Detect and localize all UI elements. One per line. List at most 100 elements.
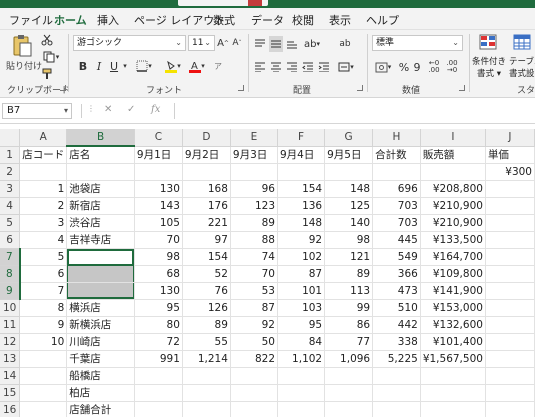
cell-A12[interactable]: 10	[19, 333, 68, 351]
paste-label[interactable]: 貼り付け	[6, 59, 42, 72]
tab-formulas[interactable]: 数式	[213, 12, 235, 28]
row-header[interactable]: 6	[0, 231, 21, 249]
cell-B11[interactable]: 新横浜店	[66, 316, 135, 334]
phonetic-icon[interactable]: ア	[211, 58, 225, 74]
cell-G15[interactable]	[324, 384, 374, 402]
row-header[interactable]: 5	[0, 214, 21, 232]
cell-J1[interactable]: 単価	[485, 146, 535, 164]
cell-F7[interactable]: 102	[277, 248, 326, 266]
cell-J11[interactable]	[485, 316, 535, 334]
cell-C16[interactable]	[134, 401, 183, 417]
cell-B2[interactable]	[66, 163, 135, 181]
cell-F14[interactable]	[277, 367, 326, 385]
cell-H1[interactable]: 合計数	[372, 146, 421, 164]
cell-I2[interactable]	[420, 163, 486, 181]
cell-I5[interactable]: ¥210,900	[420, 214, 486, 232]
cell-F2[interactable]	[277, 163, 326, 181]
cell-B10[interactable]: 横浜店	[66, 299, 135, 317]
cut-icon[interactable]	[40, 32, 54, 48]
cell-A10[interactable]: 8	[19, 299, 68, 317]
cell-J3[interactable]	[485, 180, 535, 198]
cell-J8[interactable]	[485, 265, 535, 283]
font-size-dropdown[interactable]: 11 ⌄	[188, 35, 215, 51]
cell-A14[interactable]	[19, 367, 68, 385]
cell-I9[interactable]: ¥141,900	[420, 282, 486, 300]
cell-D14[interactable]	[182, 367, 231, 385]
format-painter-icon[interactable]	[40, 66, 54, 82]
cell-J6[interactable]	[485, 231, 535, 249]
cell-B9[interactable]	[66, 282, 135, 300]
cell-D9[interactable]: 76	[182, 282, 231, 300]
decrease-decimal-icon[interactable]: .00 →0	[444, 59, 460, 75]
column-header[interactable]: F	[277, 129, 326, 147]
name-box[interactable]: B7 ▾	[2, 103, 72, 119]
cell-E15[interactable]	[230, 384, 279, 402]
cell-G2[interactable]	[324, 163, 374, 181]
cell-G10[interactable]: 99	[324, 299, 374, 317]
cell-H12[interactable]: 338	[372, 333, 421, 351]
cell-C2[interactable]	[134, 163, 183, 181]
cell-B1[interactable]: 店名	[66, 146, 135, 164]
cell-B12[interactable]: 川崎店	[66, 333, 135, 351]
cell-H6[interactable]: 445	[372, 231, 421, 249]
cell-G7[interactable]: 121	[324, 248, 374, 266]
cell-F1[interactable]: 9月4日	[277, 146, 326, 164]
row-header[interactable]: 7	[0, 248, 21, 266]
cell-C8[interactable]: 68	[134, 265, 183, 283]
cell-E14[interactable]	[230, 367, 279, 385]
cell-F15[interactable]	[277, 384, 326, 402]
cell-I7[interactable]: ¥164,700	[420, 248, 486, 266]
cell-B7[interactable]	[66, 248, 135, 266]
cell-C9[interactable]: 130	[134, 282, 183, 300]
cell-I10[interactable]: ¥153,000	[420, 299, 486, 317]
orientation-icon[interactable]: ab ▾	[302, 36, 322, 52]
cell-J12[interactable]	[485, 333, 535, 351]
cell-G8[interactable]: 89	[324, 265, 374, 283]
cell-E9[interactable]: 53	[230, 282, 279, 300]
cell-B15[interactable]: 柏店	[66, 384, 135, 402]
cell-E6[interactable]: 88	[230, 231, 279, 249]
cell-D10[interactable]: 126	[182, 299, 231, 317]
cell-F9[interactable]: 101	[277, 282, 326, 300]
cell-I16[interactable]	[420, 401, 486, 417]
cell-C7[interactable]: 98	[134, 248, 183, 266]
cell-B3[interactable]: 池袋店	[66, 180, 135, 198]
cell-D12[interactable]: 55	[182, 333, 231, 351]
cell-A6[interactable]: 4	[19, 231, 68, 249]
more-options-icon[interactable]: ⋮	[87, 104, 95, 113]
tab-home[interactable]: ホーム	[54, 12, 87, 33]
column-header[interactable]: J	[485, 129, 535, 147]
cell-I1[interactable]: 販売額	[420, 146, 486, 164]
currency-format-icon[interactable]: ▾	[372, 59, 394, 75]
chevron-down-icon[interactable]: ▾	[121, 58, 129, 74]
decrease-indent-icon[interactable]	[302, 59, 314, 75]
cell-I14[interactable]	[420, 367, 486, 385]
cell-I13[interactable]: ¥1,567,500	[420, 350, 486, 368]
row-header[interactable]: 13	[0, 350, 21, 368]
increase-font-icon[interactable]: A ^	[216, 35, 230, 51]
row-header[interactable]: 4	[0, 197, 21, 215]
select-all-corner[interactable]	[0, 129, 21, 147]
cell-D15[interactable]	[182, 384, 231, 402]
row-header[interactable]: 11	[0, 316, 21, 334]
cell-J15[interactable]	[485, 384, 535, 402]
tab-data[interactable]: データ	[251, 12, 284, 28]
insert-function-icon[interactable]: fx	[151, 104, 160, 115]
cell-C6[interactable]: 70	[134, 231, 183, 249]
cell-A3[interactable]: 1	[19, 180, 68, 198]
cell-F16[interactable]	[277, 401, 326, 417]
cell-J16[interactable]	[485, 401, 535, 417]
align-middle-icon[interactable]	[269, 36, 283, 52]
tab-page-layout[interactable]: ページ レイアウト	[134, 12, 225, 28]
cell-A16[interactable]	[19, 401, 68, 417]
alignment-dialog-launcher[interactable]	[357, 85, 363, 91]
cell-A4[interactable]: 2	[19, 197, 68, 215]
number-dialog-launcher[interactable]	[459, 85, 465, 91]
cell-E5[interactable]: 89	[230, 214, 279, 232]
cell-J2[interactable]: ¥300	[485, 163, 535, 181]
cell-D5[interactable]: 221	[182, 214, 231, 232]
cell-C15[interactable]	[134, 384, 183, 402]
cell-H13[interactable]: 5,225	[372, 350, 421, 368]
cell-G5[interactable]: 140	[324, 214, 374, 232]
cell-G9[interactable]: 113	[324, 282, 374, 300]
